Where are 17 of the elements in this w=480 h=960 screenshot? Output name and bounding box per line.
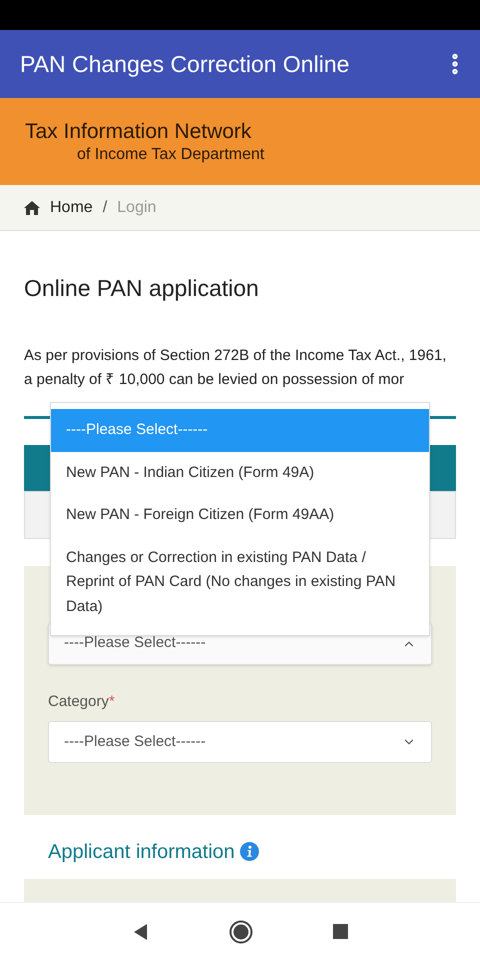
select-field[interactable]: ----Please Select------: [48, 721, 432, 763]
dropdown-option[interactable]: New PAN - Foreign Citizen (Form 49AA): [51, 494, 429, 536]
recents-icon[interactable]: [332, 924, 348, 939]
app-title: PAN Changes Correction Online: [20, 50, 350, 79]
page-title: Online PAN application: [24, 274, 260, 303]
info-icon: [240, 842, 259, 861]
notice-text: As per provisions of Section 272B of the Income Tax Act., 1961, a penalty of ₹ 10,000 can be levied on possession of mor: [24, 346, 448, 390]
home-icon[interactable]: [228, 920, 252, 944]
banner-subtitle: of Income Tax Department: [76, 144, 266, 164]
back-icon[interactable]: [132, 924, 148, 940]
breadcrumb-separator: /: [102, 198, 108, 218]
section-heading: Applicant information: [48, 840, 235, 864]
category-label: Category*: [48, 692, 115, 710]
home-icon: [24, 200, 40, 214]
dropdown-option[interactable]: New PAN - Indian Citizen (Form 49A): [51, 452, 429, 494]
breadcrumb-link[interactable]: Home: [50, 196, 93, 220]
banner-title: Tax Information Network: [25, 118, 252, 144]
